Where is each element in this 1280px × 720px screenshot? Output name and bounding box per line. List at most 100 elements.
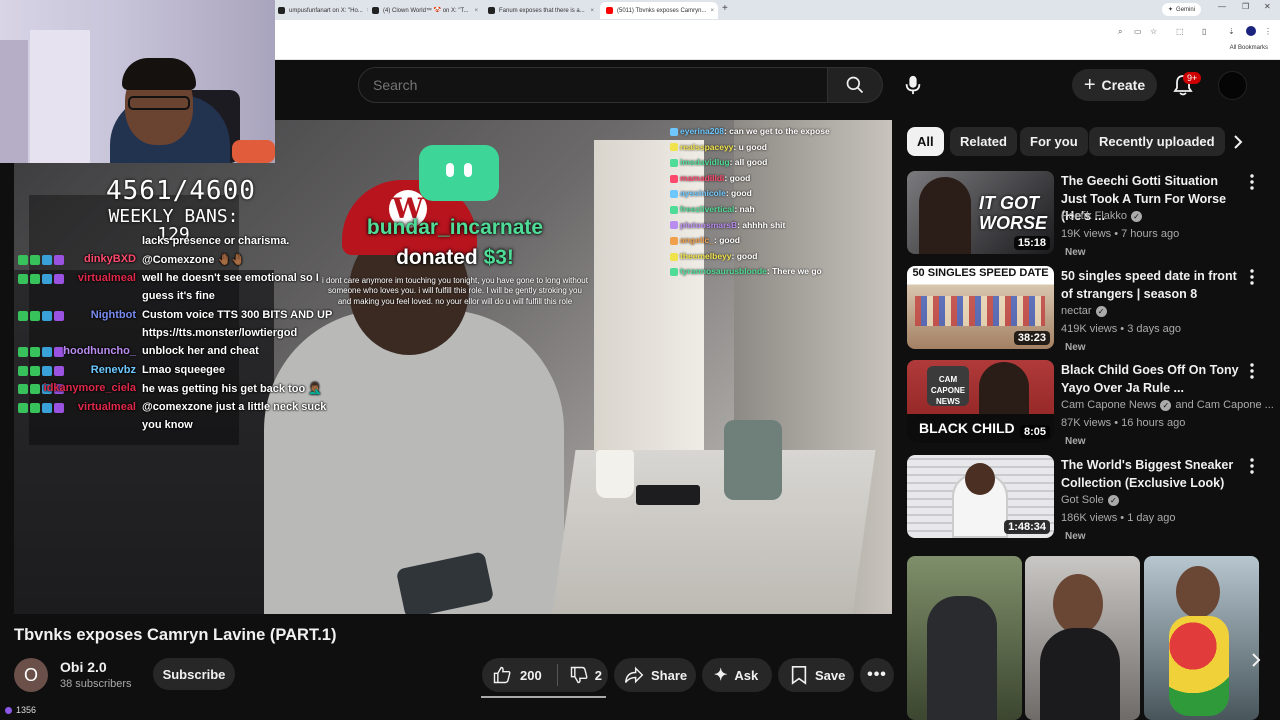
recommended-video[interactable]: 50 SINGLES SPEED DATE 38:23 50 singles s… [907,266,1267,353]
minimize-icon[interactable]: — [1218,2,1226,11]
donation-amount: donated $3! [396,246,514,269]
new-badge: New [1065,531,1086,542]
all-bookmarks-link[interactable]: All Bookmarks [1230,45,1268,51]
chat-text: good [731,188,752,199]
sidebar-icon[interactable]: ▯ [1202,27,1206,36]
wall-panel [30,30,90,163]
create-button[interactable]: + Create [1072,69,1157,101]
chat-username: tyrannosaurusblonde [680,266,767,277]
shorts-next-button[interactable] [1244,648,1268,672]
like-button[interactable]: 200 [492,665,542,685]
browser-tab[interactable]: Fanum exposes that there is a... × [482,2,600,19]
channel-name[interactable]: Poetik Flakko ✓ [1061,210,1143,222]
chip-for-you[interactable]: For you [1020,127,1088,156]
chat-message: dinkyBXD @Comexzone 🤚🏾🤚🏾 [0,253,340,269]
chat-text: unblock her and cheat [142,345,259,358]
menu-kebab-icon[interactable]: ⋮ [1264,27,1272,36]
search-page-icon[interactable]: ⌕ [1118,27,1122,37]
browser-tab-active[interactable]: (5011) Tbvnks exposes Camryn... × [600,2,718,19]
x-logo-icon [372,7,379,14]
microphone-icon [905,75,921,95]
chat-badges-icon [18,273,64,284]
more-vertical-icon[interactable] [1247,457,1257,475]
video-meta: 186K views • 1 day ago [1061,512,1176,524]
chips-next-button[interactable] [1226,130,1250,154]
video-title[interactable]: 50 singles speed date in front of strang… [1061,268,1246,303]
subscribe-button[interactable]: Subscribe [153,658,235,690]
channel-name[interactable]: nectar ✓ [1061,305,1107,317]
chat-badge-icon [670,221,678,230]
video-thumbnail[interactable]: 1:48:34 [907,455,1054,538]
chip-recently-uploaded[interactable]: Recently uploaded [1089,127,1225,156]
thumbnail-caption: IT GOT WORSE [979,193,1048,233]
close-tab-icon[interactable]: × [470,8,478,14]
chat-message: ayssinicole: good [670,188,752,198]
save-button[interactable]: Save [778,658,854,692]
chat-text: nah [739,204,755,214]
close-tab-icon[interactable]: × [586,8,594,14]
chat-text: ahhhh shit [742,219,786,230]
video-meta: 87K views • 16 hours ago [1061,417,1186,429]
search-button[interactable] [827,67,883,103]
chat-username: virtualmeal [77,271,136,284]
bookmark-star-icon[interactable]: ☆ [1150,27,1157,36]
chat-badge-icon [670,205,678,214]
short-thumbnail[interactable] [1144,556,1259,720]
chat-text: There we go [772,266,822,277]
more-vertical-icon[interactable] [1247,362,1257,380]
video-meta: 19K views • 7 hours ago [1061,228,1180,240]
extensions-icon[interactable]: ⬚ [1176,27,1184,36]
channel-name[interactable]: Cam Capone News ✓ and Cam Capone ... [1061,399,1274,411]
chat-message: theemelbeyy: good [670,251,757,261]
chat-username: hoodhuncho_ [63,345,136,358]
user-avatar[interactable] [1218,71,1247,100]
chat-text: good [736,250,758,261]
video-thumbnail[interactable]: CAM CAPONE NEWS BLACK CHILD 8:05 [907,360,1054,443]
maximize-icon[interactable]: ❐ [1242,2,1249,11]
browser-tab[interactable]: umpusfunfanart on X: "Ho...× [272,2,368,19]
ask-button[interactable]: ✦ Ask [702,658,772,692]
chat-username: freezlivertical [680,204,735,214]
recommended-video[interactable]: 1:48:34 The World's Biggest Sneaker Coll… [907,455,1267,542]
profile-icon[interactable] [1246,26,1256,36]
search-input[interactable] [358,67,828,103]
cast-icon[interactable]: ▭ [1134,27,1142,36]
more-vertical-icon[interactable] [1247,268,1257,286]
share-button[interactable]: Share [614,658,696,692]
chip-all[interactable]: All [907,127,944,156]
voice-search-button[interactable] [898,70,928,100]
chat-message: lacks presence or charisma. [0,235,340,251]
more-actions-button[interactable]: ••• [860,658,894,692]
video-title[interactable]: The World's Biggest Sneaker Collection (… [1061,457,1246,492]
gemini-button[interactable]: ✦ Gemini [1162,3,1202,16]
video-meta: 419K views • 3 days ago [1061,323,1182,335]
device-box [636,485,700,505]
chat-message: tyrannosaurusblonde: There we go [670,266,822,276]
short-thumbnail[interactable] [1025,556,1140,720]
chat-message: https://tts.monster/lowtiergod [0,327,340,343]
downloads-icon[interactable]: ⇣ [1228,27,1235,36]
youtube-logo-icon [606,7,613,14]
new-tab-button[interactable]: + [722,3,728,14]
short-thumbnail[interactable] [907,556,1022,720]
channel-avatar[interactable]: O [14,658,48,692]
chip-related[interactable]: Related [950,127,1017,156]
verified-icon: ✓ [1095,305,1107,317]
video-thumbnail[interactable]: 50 SINGLES SPEED DATE 38:23 [907,266,1054,349]
new-badge: New [1065,342,1086,353]
video-thumbnail[interactable]: IT GOT WORSE 15:18 [907,171,1054,254]
video-duration: 15:18 [1013,236,1050,250]
browser-tab[interactable]: (4) Clown World™ 🤡 on X: "T... × [366,2,484,19]
search-icon [846,76,864,94]
new-badge: New [1065,247,1086,258]
window-close-icon[interactable]: ✕ [1264,2,1271,11]
video-title[interactable]: Black Child Goes Off On Tony Yayo Over J… [1061,362,1246,397]
channel-name[interactable]: Got Sole ✓ [1061,494,1119,506]
close-tab-icon[interactable]: × [706,8,714,14]
dislike-button[interactable]: 2 [569,665,602,685]
chat-text: https://tts.monster/lowtiergod [142,327,298,339]
recommended-video[interactable]: CAM CAPONE NEWS BLACK CHILD 8:05 Black Chi… [907,360,1274,447]
channel-name[interactable]: Obi 2.0 [60,659,107,675]
more-vertical-icon[interactable] [1247,173,1257,191]
recommended-video[interactable]: IT GOT WORSE 15:18 The Geechi Gotti Situ… [907,171,1267,258]
